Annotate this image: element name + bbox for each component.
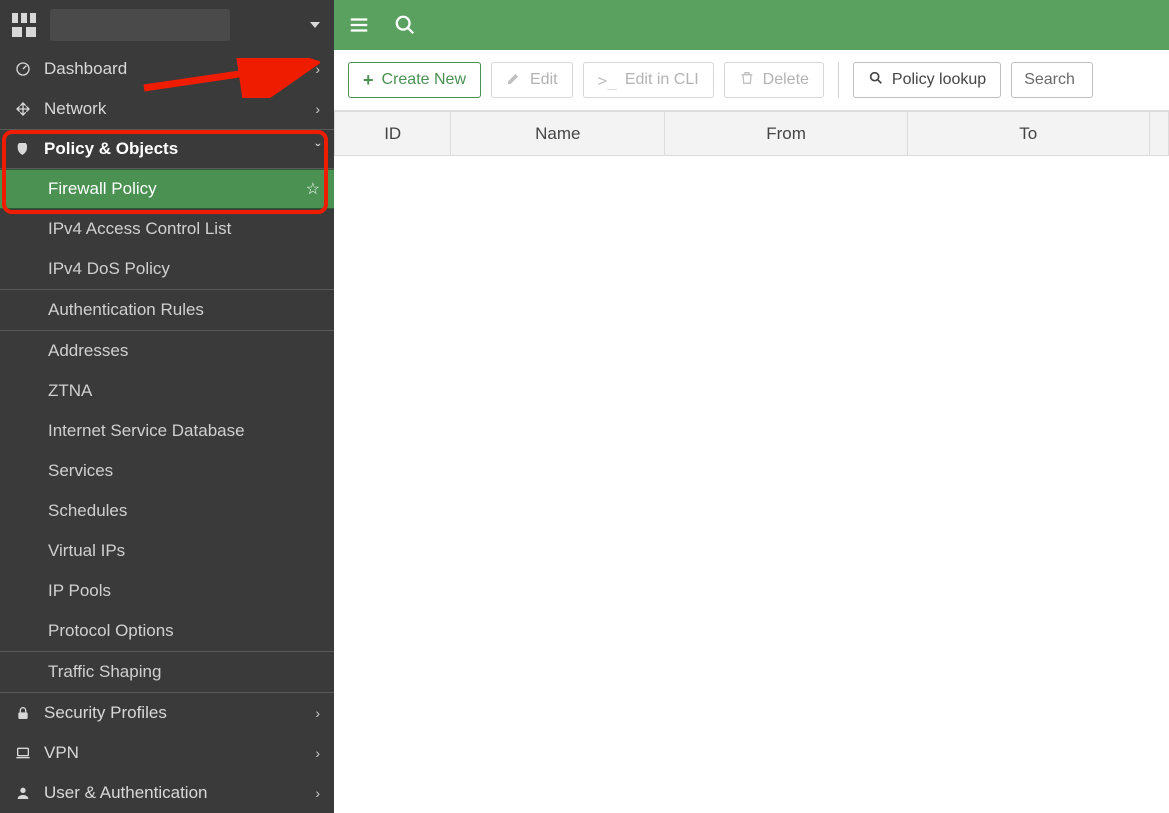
chevron-down-icon: ˇ (315, 141, 320, 157)
col-id[interactable]: ID (335, 112, 451, 156)
sidebar-sub-label: Internet Service Database (48, 421, 245, 441)
create-new-button[interactable]: + Create New (348, 62, 481, 98)
sidebar-sub-label: Services (48, 461, 113, 481)
sidebar-sub-ipv4-dos[interactable]: IPv4 DoS Policy (0, 249, 334, 289)
plus-icon: + (363, 70, 374, 91)
sidebar-sub-protocol-options[interactable]: Protocol Options (0, 611, 334, 651)
sidebar-sub-virtual-ips[interactable]: Virtual IPs (0, 531, 334, 571)
move-icon (12, 101, 34, 117)
table-header-row: ID Name From To (335, 112, 1169, 156)
button-label: Edit (530, 71, 558, 89)
sidebar-item-policy-objects[interactable]: Policy & Objects ˇ (0, 129, 334, 169)
search-input[interactable]: Search (1011, 62, 1093, 98)
sidebar-sub-auth-rules[interactable]: Authentication Rules (0, 290, 334, 330)
sidebar-sub-label: IP Pools (48, 581, 111, 601)
trash-icon (739, 70, 755, 91)
sidebar-sub-firewall-policy[interactable]: Firewall Policy ☆ (0, 169, 334, 209)
sidebar-sub-label: Addresses (48, 341, 128, 361)
hamburger-icon[interactable] (348, 14, 370, 36)
delete-button[interactable]: Delete (724, 62, 824, 98)
sidebar-sub-label: ZTNA (48, 381, 92, 401)
sidebar-sub-label: Virtual IPs (48, 541, 125, 561)
star-outline-icon[interactable]: ☆ (306, 179, 320, 199)
sidebar-item-user-auth[interactable]: User & Authentication › (0, 773, 334, 813)
col-name[interactable]: Name (451, 112, 665, 156)
table-container: ID Name From To (334, 111, 1169, 156)
main: + Create New Edit >_ Edit in CLI Delete … (334, 0, 1169, 813)
laptop-icon (12, 745, 34, 761)
user-icon (12, 785, 34, 801)
sidebar-item-label: Policy & Objects (44, 139, 178, 159)
policy-lookup-button[interactable]: Policy lookup (853, 62, 1001, 98)
policy-table: ID Name From To (334, 111, 1169, 156)
sidebar-item-label: VPN (44, 743, 79, 763)
sidebar-sub-ipv4-acl[interactable]: IPv4 Access Control List (0, 209, 334, 249)
caret-down-icon (310, 22, 320, 28)
firewall-logo-icon (12, 13, 36, 37)
toolbar: + Create New Edit >_ Edit in CLI Delete … (334, 50, 1169, 111)
sidebar-item-label: Security Profiles (44, 703, 167, 723)
cli-icon: >_ (598, 71, 617, 90)
sidebar-sub-addresses[interactable]: Addresses (0, 331, 334, 371)
chevron-right-icon: › (315, 705, 320, 721)
search-placeholder: Search (1024, 71, 1075, 89)
sidebar: Dashboard › Network › Policy & Objects ˇ… (0, 0, 334, 813)
gauge-icon (12, 61, 34, 77)
sidebar-sub-label: Firewall Policy (48, 179, 157, 199)
sidebar-sub-services[interactable]: Services (0, 451, 334, 491)
sidebar-sub-label: Authentication Rules (48, 300, 204, 320)
sidebar-item-label: Network (44, 99, 106, 119)
button-label: Create New (382, 71, 466, 89)
edit-button[interactable]: Edit (491, 62, 573, 98)
pencil-icon (506, 70, 522, 91)
topbar (334, 0, 1169, 50)
button-label: Policy lookup (892, 71, 986, 89)
col-from[interactable]: From (665, 112, 908, 156)
search-icon[interactable] (394, 14, 416, 36)
sidebar-item-security-profiles[interactable]: Security Profiles › (0, 693, 334, 733)
chevron-right-icon: › (315, 61, 320, 77)
policy-sub-nav: Firewall Policy ☆ IPv4 Access Control Li… (0, 169, 334, 693)
shield-icon (12, 141, 34, 157)
divider (838, 62, 839, 98)
sidebar-sub-ip-pools[interactable]: IP Pools (0, 571, 334, 611)
button-label: Edit in CLI (625, 71, 699, 89)
sidebar-item-dashboard[interactable]: Dashboard › (0, 49, 334, 89)
col-to[interactable]: To (907, 112, 1149, 156)
search-icon (868, 70, 884, 91)
sidebar-sub-traffic-shaping[interactable]: Traffic Shaping (0, 652, 334, 692)
nav: Dashboard › Network › Policy & Objects ˇ… (0, 49, 334, 813)
sidebar-sub-label: Schedules (48, 501, 127, 521)
chevron-right-icon: › (315, 101, 320, 117)
sidebar-sub-isdb[interactable]: Internet Service Database (0, 411, 334, 451)
sidebar-sub-label: Protocol Options (48, 621, 174, 641)
lock-icon (12, 705, 34, 721)
sidebar-sub-label: IPv4 DoS Policy (48, 259, 170, 279)
brand-bar[interactable] (0, 0, 334, 49)
sidebar-sub-label: Traffic Shaping (48, 662, 161, 682)
edit-cli-button[interactable]: >_ Edit in CLI (583, 62, 714, 98)
sidebar-item-network[interactable]: Network › (0, 89, 334, 129)
sidebar-sub-schedules[interactable]: Schedules (0, 491, 334, 531)
chevron-right-icon: › (315, 745, 320, 761)
sidebar-sub-label: IPv4 Access Control List (48, 219, 231, 239)
sidebar-sub-ztna[interactable]: ZTNA (0, 371, 334, 411)
col-extra[interactable] (1149, 112, 1168, 156)
button-label: Delete (763, 71, 809, 89)
sidebar-item-label: Dashboard (44, 59, 127, 79)
sidebar-item-vpn[interactable]: VPN › (0, 733, 334, 773)
device-selector[interactable] (50, 9, 230, 41)
sidebar-item-label: User & Authentication (44, 783, 207, 803)
chevron-right-icon: › (315, 785, 320, 801)
